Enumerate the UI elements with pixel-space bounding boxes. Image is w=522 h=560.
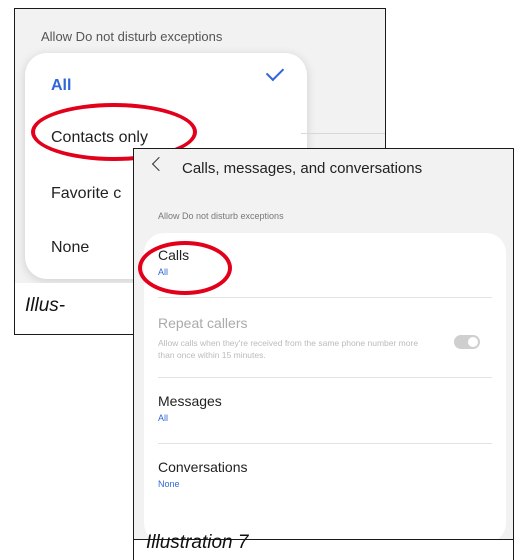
calls-messages-screenshot: Calls, messages, and conversations Allow… <box>133 148 514 540</box>
background-divider <box>301 133 385 134</box>
row-title: Messages <box>158 393 222 409</box>
back-arrow-icon[interactable] <box>151 156 167 172</box>
row-value: All <box>158 413 169 423</box>
conversations-row[interactable]: Conversations None <box>158 459 248 489</box>
messages-row[interactable]: Messages All <box>158 393 222 423</box>
divider <box>158 377 492 378</box>
option-none[interactable]: None <box>51 239 89 257</box>
calls-highlight-ring <box>138 241 232 295</box>
row-description: Allow calls when they're received from t… <box>158 338 419 360</box>
option-all[interactable]: All <box>51 77 71 95</box>
repeat-callers-row[interactable]: Repeat callers Allow calls when they're … <box>158 315 428 361</box>
option-favorite-contacts[interactable]: Favorite c <box>51 185 121 203</box>
caption-box-right: Illustration 7 <box>133 532 514 560</box>
caption-left: Illus- <box>25 295 66 316</box>
toggle-knob <box>468 337 478 347</box>
divider <box>158 297 492 298</box>
nav-title: Calls, messages, and conversations <box>182 160 423 177</box>
row-title: Repeat callers <box>158 315 248 331</box>
row-title: Conversations <box>158 459 248 475</box>
dnd-exceptions-header: Allow Do not disturb exceptions <box>41 29 223 44</box>
caption-right: Illustration 7 <box>146 532 249 553</box>
checkmark-icon <box>265 62 285 82</box>
divider <box>158 443 492 444</box>
row-value: None <box>158 479 180 489</box>
top-nav: Calls, messages, and conversations <box>134 149 513 187</box>
repeat-callers-toggle[interactable] <box>454 335 480 349</box>
section-header: Allow Do not disturb exceptions <box>158 211 284 221</box>
